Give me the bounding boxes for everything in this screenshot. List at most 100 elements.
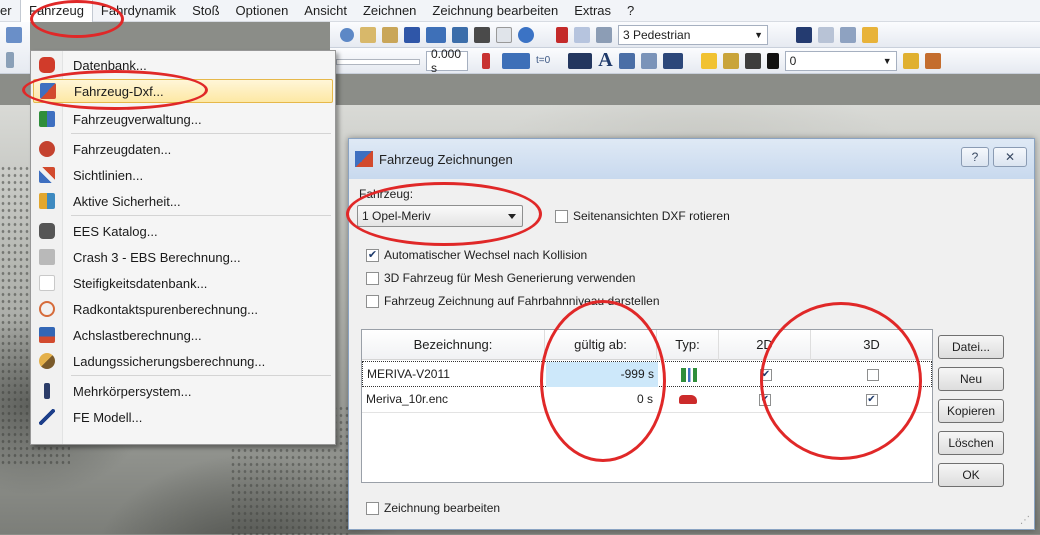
menu-zeichnung-bearbeiten[interactable]: Zeichnung bearbeiten bbox=[424, 0, 566, 22]
zoom-icon[interactable] bbox=[340, 27, 354, 42]
menu-zeichnen[interactable]: Zeichnen bbox=[355, 0, 424, 22]
col-2d[interactable]: 2D bbox=[719, 330, 811, 360]
menu-item-radkontaktspuren[interactable]: Radkontaktspurenberechnung... bbox=[33, 297, 333, 321]
fill-icon[interactable] bbox=[840, 26, 856, 43]
traffic-light-icon[interactable] bbox=[482, 52, 490, 69]
col-bezeichnung[interactable]: Bezeichnung: bbox=[362, 330, 545, 360]
fahrzeug-select[interactable]: 1 Opel-Meriv bbox=[357, 205, 523, 227]
road-level-checkbox[interactable]: Fahrzeug Zeichnung auf Fahrbahnniveau da… bbox=[366, 294, 660, 308]
checkbox-box bbox=[366, 501, 379, 515]
lock-icon[interactable] bbox=[722, 52, 739, 69]
menu-fahrdynamik[interactable]: Fahrdynamik bbox=[93, 0, 184, 22]
row-3d-checkbox[interactable]: ✔ bbox=[811, 387, 932, 412]
shape-icon[interactable] bbox=[818, 26, 834, 43]
menu-item-mehrkoerpersystem[interactable]: Mehrkörpersystem... bbox=[33, 379, 333, 403]
datei-button[interactable]: Datei... bbox=[938, 335, 1004, 359]
t0-label[interactable]: t=0 bbox=[536, 55, 550, 66]
menu-stoss[interactable]: Stoß bbox=[184, 0, 227, 22]
mesh-checkbox[interactable]: 3D Fahrzeug für Mesh Generierung verwend… bbox=[366, 271, 635, 285]
menu-item-fahrzeugverwaltung[interactable]: Fahrzeugverwaltung... bbox=[33, 107, 333, 131]
play-controls-icon[interactable] bbox=[502, 52, 530, 69]
fill-color-icon[interactable] bbox=[640, 52, 657, 69]
auto-switch-checkbox[interactable]: ✔ Automatischer Wechsel nach Kollision bbox=[366, 248, 587, 262]
arrow-icon[interactable] bbox=[6, 52, 14, 68]
line-tool-icon[interactable] bbox=[496, 26, 512, 43]
checkbox-box: ✔ bbox=[760, 368, 772, 381]
menu-item-label: Fahrzeugverwaltung... bbox=[73, 111, 202, 127]
left-toolbar-strip bbox=[0, 22, 30, 74]
rotate-dxf-checkbox[interactable]: Seitenansichten DXF rotieren bbox=[555, 209, 730, 223]
menu-item-datenbank[interactable]: Datenbank... bbox=[33, 53, 333, 77]
menu-item-crash3[interactable]: Crash 3 - EBS Berechnung... bbox=[33, 245, 333, 269]
hand-icon[interactable] bbox=[360, 26, 376, 43]
menu-fahrzeug[interactable]: Fahrzeug bbox=[20, 0, 93, 22]
pen-color-icon[interactable] bbox=[618, 52, 635, 69]
menu-item-aktive-sicherheit[interactable]: Aktive Sicherheit... bbox=[33, 189, 333, 213]
menu-item-label: Sichtlinien... bbox=[73, 167, 144, 183]
menu-item-fe-modell[interactable]: FE Modell... bbox=[33, 405, 333, 429]
active-safety-icon bbox=[39, 193, 55, 209]
line-draw-icon[interactable] bbox=[568, 52, 593, 69]
checkbox-box: ✔ bbox=[366, 248, 379, 262]
pedestrian-combo[interactable]: 3 Pedestrian ▼ bbox=[618, 24, 768, 45]
neu-button[interactable]: Neu bbox=[938, 367, 1004, 391]
font-a-icon[interactable]: A bbox=[598, 49, 612, 72]
print-icon[interactable] bbox=[744, 52, 761, 69]
edit-drawing-label: Zeichnung bearbeiten bbox=[384, 501, 501, 515]
pedestrian-icon[interactable] bbox=[596, 26, 612, 43]
menu-item-steifigkeitsdatenbank[interactable]: Steifigkeitsdatenbank... bbox=[33, 271, 333, 295]
help-circle-icon[interactable] bbox=[518, 26, 534, 43]
menu-item-achslast[interactable]: Achslastberechnung... bbox=[33, 323, 333, 347]
row-valid-from[interactable]: 0 s bbox=[545, 387, 657, 412]
text-tool-icon[interactable] bbox=[902, 52, 919, 69]
text-icon[interactable] bbox=[862, 26, 878, 43]
vehicles-icon[interactable] bbox=[426, 26, 446, 43]
menu-truncated[interactable]: er bbox=[0, 0, 20, 22]
edit-drawing-checkbox[interactable]: Zeichnung bearbeiten bbox=[366, 501, 500, 515]
stiffness-icon bbox=[39, 275, 55, 291]
hand-pan-icon[interactable] bbox=[382, 26, 398, 43]
menu-item-fahrzeugdaten[interactable]: Fahrzeugdaten... bbox=[33, 137, 333, 161]
close-button[interactable]: ✕ bbox=[993, 147, 1027, 167]
dialog-titlebar[interactable]: Fahrzeug Zeichnungen bbox=[349, 139, 1034, 179]
row-3d-checkbox[interactable] bbox=[812, 362, 933, 387]
pencil-icon[interactable] bbox=[6, 27, 22, 43]
menu-extras[interactable]: Extras bbox=[566, 0, 619, 22]
loeschen-button[interactable]: Löschen bbox=[938, 431, 1004, 455]
ok-button[interactable]: OK bbox=[938, 463, 1004, 487]
menu-ansicht[interactable]: Ansicht bbox=[296, 0, 355, 22]
resize-grip-icon[interactable]: ⋰ bbox=[1020, 515, 1030, 526]
row-2d-checkbox[interactable]: ✔ bbox=[720, 362, 812, 387]
kopieren-button[interactable]: Kopieren bbox=[938, 399, 1004, 423]
menu-optionen[interactable]: Optionen bbox=[228, 0, 297, 22]
text-edit-icon[interactable] bbox=[924, 52, 941, 69]
menu-help[interactable]: ? bbox=[619, 0, 642, 22]
menu-item-sichtlinien[interactable]: Sichtlinien... bbox=[33, 163, 333, 187]
draw-arrow-icon[interactable] bbox=[796, 26, 812, 43]
time-field[interactable]: 0.000 s bbox=[426, 47, 468, 75]
slider-track[interactable] bbox=[336, 58, 420, 65]
grid-icon[interactable] bbox=[404, 26, 420, 43]
polyline-icon[interactable] bbox=[574, 26, 590, 43]
menu-item-fahrzeug-dxf[interactable]: Fahrzeug-Dxf... bbox=[33, 79, 333, 103]
menu-item-ladungssicherung[interactable]: Ladungssicherungsberechnung... bbox=[33, 349, 333, 373]
lines-icon[interactable] bbox=[452, 26, 468, 43]
color-square-icon[interactable] bbox=[766, 52, 779, 69]
line-style-icon[interactable] bbox=[662, 52, 683, 69]
col-gueltig-ab[interactable]: gültig ab: bbox=[545, 330, 657, 360]
camera-icon[interactable] bbox=[474, 26, 490, 43]
fe-model-icon bbox=[39, 409, 55, 425]
table-row[interactable]: MERIVA-V2011 -999 s ✔ bbox=[362, 361, 932, 387]
layer-combo[interactable]: 0 ▼ bbox=[784, 50, 897, 71]
col-3d[interactable]: 3D bbox=[811, 330, 932, 360]
table-row[interactable]: Meriva_10r.enc 0 s ✔ ✔ bbox=[362, 387, 932, 413]
row-valid-from[interactable]: -999 s bbox=[546, 362, 658, 387]
bulb-icon[interactable] bbox=[700, 52, 717, 69]
row-2d-checkbox[interactable]: ✔ bbox=[719, 387, 811, 412]
close-icon: ✕ bbox=[1004, 150, 1016, 164]
pointer-icon[interactable] bbox=[556, 26, 568, 43]
help-button[interactable]: ? bbox=[961, 147, 989, 167]
col-typ[interactable]: Typ: bbox=[657, 330, 719, 360]
row-type bbox=[657, 387, 719, 412]
menu-item-ees-katalog[interactable]: EES Katalog... bbox=[33, 219, 333, 243]
